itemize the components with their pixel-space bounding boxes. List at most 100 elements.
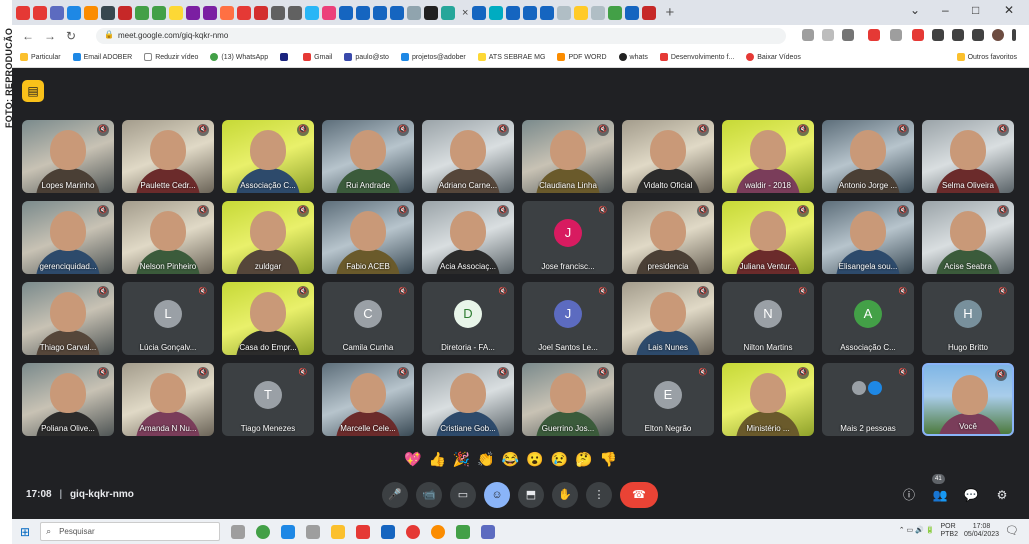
meeting-details-icon[interactable]: ⓘ: [898, 484, 920, 506]
bookmark-item[interactable]: Gmail: [303, 53, 332, 61]
bookmark-item[interactable]: PDF WORD: [557, 53, 607, 61]
participant-tile[interactable]: 🔇 Poliana Olive...: [22, 363, 114, 436]
participant-tile[interactable]: 🔇 Guerrino Jos...: [522, 363, 614, 436]
file-explorer-icon[interactable]: [331, 524, 346, 539]
tab-icon[interactable]: [424, 5, 438, 20]
tab-icon[interactable]: [169, 5, 183, 20]
participant-tile[interactable]: 🔇 Acise Seabra: [922, 201, 1014, 274]
profile-avatar[interactable]: [992, 29, 1004, 41]
reaction-party[interactable]: 🎉: [453, 451, 470, 467]
tab-icon[interactable]: [33, 5, 47, 20]
tab-icon[interactable]: [67, 5, 81, 20]
tab-icon[interactable]: [237, 5, 251, 20]
outlook-icon[interactable]: [381, 524, 396, 539]
bookmark-item[interactable]: Baixar Vídeos: [746, 53, 801, 61]
participant-tile[interactable]: 🔇 Selma Oliveira: [922, 120, 1014, 193]
reaction-heart[interactable]: 💖: [404, 451, 421, 467]
participant-tile[interactable]: 🔇 Associação C...: [222, 120, 314, 193]
teams-icon[interactable]: [481, 524, 496, 539]
participant-tile[interactable]: T 🔇 Tiago Menezes: [222, 363, 314, 436]
tab-icon[interactable]: [489, 5, 504, 20]
camera-button[interactable]: 📹: [416, 482, 442, 508]
pdf-icon[interactable]: [356, 524, 371, 539]
extension-icon[interactable]: [890, 29, 902, 41]
tab-icon[interactable]: [101, 5, 115, 20]
more-people-tile[interactable]: 🔇 Mais 2 pessoas: [822, 363, 914, 436]
star-icon[interactable]: [842, 29, 854, 41]
windows-start-icon[interactable]: ⊞: [20, 525, 30, 539]
back-icon[interactable]: ←: [22, 29, 34, 43]
participant-tile[interactable]: L 🔇 Lúcia Gonçalv...: [122, 282, 214, 355]
edge-icon[interactable]: [281, 524, 296, 539]
participant-tile[interactable]: 🔇 Paulette Cedr...: [122, 120, 214, 193]
mic-button[interactable]: 🎤: [382, 482, 408, 508]
task-view-icon[interactable]: [231, 524, 246, 539]
participant-tile[interactable]: 🔇 Acia Associaç...: [422, 201, 514, 274]
participant-tile[interactable]: C 🔇 Camila Cunha: [322, 282, 414, 355]
participant-tile[interactable]: 🔇 Thiago Carval...: [22, 282, 114, 355]
bookmark-item[interactable]: (13) WhatsApp: [210, 53, 268, 61]
participant-tile[interactable]: 🔇 Vidalto Oficial: [622, 120, 714, 193]
tab-icon[interactable]: [305, 5, 319, 20]
tab-icon[interactable]: [608, 5, 623, 20]
participant-tile[interactable]: 🔇 Juliana Ventur...: [722, 201, 814, 274]
extension-icon[interactable]: [868, 29, 880, 41]
tab-search-icon[interactable]: ⌄: [910, 3, 920, 17]
close-window-icon[interactable]: ✕: [1004, 3, 1014, 17]
participant-tile[interactable]: 🔇 gerenciquidad...: [22, 201, 114, 274]
tab-icon[interactable]: [50, 5, 64, 20]
reaction-clap[interactable]: 👏: [477, 451, 494, 467]
bookmark-item[interactable]: ATS SEBRAE MG: [477, 53, 545, 61]
bookmark-item[interactable]: projetos@adober: [400, 53, 466, 61]
more-options-button[interactable]: ⋮: [586, 482, 612, 508]
captions-button[interactable]: ▭: [450, 482, 476, 508]
participant-tile[interactable]: 🔇 Antonio Jorge ...: [822, 120, 914, 193]
leave-call-button[interactable]: ☎: [620, 482, 658, 508]
present-button[interactable]: ⬒: [518, 482, 544, 508]
tab-icon[interactable]: [574, 5, 589, 20]
reaction-thumbs-down[interactable]: 👎: [600, 451, 617, 467]
tab-icon[interactable]: [220, 5, 234, 20]
reaction-thumbs-up[interactable]: 👍: [428, 451, 445, 467]
new-tab-button[interactable]: +: [665, 4, 674, 21]
participant-tile[interactable]: 🔇 zuldgar: [222, 201, 314, 274]
tray-icons[interactable]: ⌃ ▭ 🔊 🔋: [899, 527, 935, 535]
tab-icon[interactable]: [254, 5, 268, 20]
extension-icon[interactable]: [912, 29, 924, 41]
participant-tile[interactable]: 🔇 waldir - 2018: [722, 120, 814, 193]
other-bookmarks-folder[interactable]: Outros favoritos: [956, 53, 1017, 61]
app-icon[interactable]: [431, 524, 446, 539]
tab-icon[interactable]: [84, 5, 98, 20]
tab-icon[interactable]: [135, 5, 149, 20]
participant-tile[interactable]: 🔇 Rui Andrade: [322, 120, 414, 193]
tab-icon[interactable]: [152, 5, 166, 20]
tab-icon[interactable]: [186, 5, 200, 20]
participant-tile[interactable]: 🔇 Casa do Empr...: [222, 282, 314, 355]
camera-icon[interactable]: [802, 29, 814, 41]
participant-tile[interactable]: 🔇 Amanda N Nu...: [122, 363, 214, 436]
raise-hand-button[interactable]: ✋: [552, 482, 578, 508]
tab-icon[interactable]: [16, 5, 30, 20]
bookmark-item[interactable]: paulo@sto: [344, 53, 389, 61]
tab-icon[interactable]: [407, 5, 421, 20]
bookmark-item[interactable]: whats: [618, 53, 648, 61]
reaction-thinking[interactable]: 🤔: [575, 451, 592, 467]
participant-tile[interactable]: 🔇 Fabio ACEB: [322, 201, 414, 274]
tab-icon[interactable]: [540, 5, 555, 20]
participant-tile[interactable]: 🔇 presidencia: [622, 201, 714, 274]
tab-icon[interactable]: [203, 5, 217, 20]
participant-tile[interactable]: 🔇 Elisangela sou...: [822, 201, 914, 274]
participant-tile[interactable]: J 🔇 Joel Santos Le...: [522, 282, 614, 355]
chrome-icon[interactable]: [406, 524, 421, 539]
tab-icon[interactable]: [441, 5, 455, 20]
activities-icon[interactable]: ▤: [22, 80, 44, 102]
tab-icon[interactable]: [642, 5, 657, 20]
download-icon[interactable]: [952, 29, 964, 41]
reaction-surprised[interactable]: 😮: [526, 451, 543, 467]
tab-icon[interactable]: [506, 5, 521, 20]
tab-icon[interactable]: [322, 5, 336, 20]
people-icon[interactable]: 41 👥: [929, 474, 951, 506]
tab-icon[interactable]: [339, 5, 353, 20]
excel-icon[interactable]: [456, 524, 471, 539]
share-icon[interactable]: [822, 29, 834, 41]
